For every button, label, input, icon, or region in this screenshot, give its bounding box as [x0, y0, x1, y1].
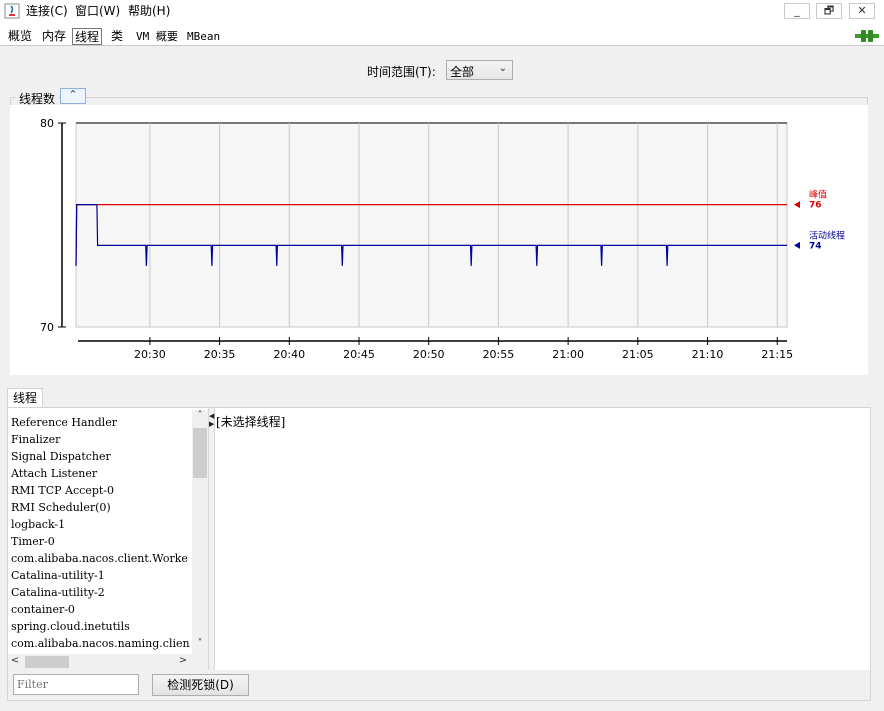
minimize-icon: _ — [794, 4, 800, 17]
java-app-icon — [4, 3, 20, 19]
scroll-up-icon[interactable]: ˄ — [192, 410, 208, 424]
thread-list-item[interactable]: RMI Scheduler(0) — [11, 499, 191, 516]
x-tick-label: 20:45 — [343, 348, 375, 361]
menu-help[interactable]: 帮助(H) — [128, 3, 170, 19]
thread-list-item[interactable]: spring.cloud.inetutils — [11, 618, 191, 635]
menu-bar: 连接(C) 窗口(W) 帮助(H) _ 🗗 ✕ — [0, 0, 884, 22]
menu-connection[interactable]: 连接(C) — [26, 3, 68, 19]
y-tick-label: 70 — [40, 321, 54, 334]
thread-list-item[interactable]: Attach Listener — [11, 465, 191, 482]
x-tick-label: 21:15 — [761, 348, 793, 361]
restore-button[interactable]: 🗗 — [816, 3, 842, 19]
thread-detail-text: [未选择线程] — [216, 415, 286, 429]
x-tick-label: 21:00 — [552, 348, 584, 361]
detect-deadlock-button[interactable]: 检测死锁(D) — [152, 674, 249, 696]
scroll-right-icon[interactable]: > — [176, 655, 190, 669]
thread-list-item[interactable]: Reference Handler — [11, 414, 191, 431]
scrollbar-corner — [192, 654, 208, 670]
close-button[interactable]: ✕ — [849, 3, 875, 19]
divider-arrows-icon[interactable]: ◀ ▶ — [209, 412, 214, 428]
thread-list-item[interactable]: com.alibaba.nacos.client.Worke — [11, 550, 191, 567]
split-pane-divider[interactable]: ◀ ▶ — [208, 408, 215, 672]
legend-series-value: 76 — [809, 201, 822, 211]
thread-list-item[interactable]: Catalina-utility-1 — [11, 567, 191, 584]
menu-window[interactable]: 窗口(W) — [75, 3, 120, 19]
close-icon: ✕ — [857, 4, 867, 17]
scroll-down-icon[interactable]: ˅ — [192, 638, 208, 652]
thread-list-item[interactable]: container-0 — [11, 601, 191, 618]
tab-classes[interactable]: 类 — [109, 28, 125, 45]
thread-list-item[interactable]: Signal Dispatcher — [11, 448, 191, 465]
x-tick-label: 20:30 — [134, 348, 166, 361]
thread-list-item[interactable]: Catalina-utility-2 — [11, 584, 191, 601]
vscroll-thumb[interactable] — [193, 428, 207, 478]
plot-area — [75, 122, 788, 328]
legend-series-name: 活动线程 — [809, 229, 845, 241]
filter-input[interactable] — [17, 676, 135, 693]
tab-threads[interactable]: 线程 — [72, 28, 103, 45]
tab-overview[interactable]: 概览 — [6, 28, 34, 45]
time-range-label: 时间范围(T): — [367, 65, 436, 79]
time-range-select[interactable]: 全部 ⌄ — [446, 60, 513, 80]
tab-mbeans[interactable]: MBean — [185, 28, 222, 45]
thread-count-chart: 80 70 20:30 20:35 20:40 20:45 20:50 20:55 21:00 2… — [10, 105, 868, 375]
time-range-value: 全部 — [450, 65, 475, 79]
collapse-icon: ⌃ — [68, 88, 78, 101]
legend-series-value: 74 — [809, 241, 822, 251]
thread-list-item[interactable]: Finalizer — [11, 431, 191, 448]
hscroll-thumb[interactable] — [25, 656, 69, 668]
scroll-left-icon[interactable]: < — [8, 655, 22, 669]
legend-series-name: 峰值 — [809, 189, 827, 201]
x-tick-label: 20:35 — [204, 348, 236, 361]
x-tick-label: 20:55 — [483, 348, 515, 361]
chevron-down-icon: ⌄ — [498, 63, 507, 74]
tab-vm-summary[interactable]: VM 概要 — [134, 28, 180, 45]
thread-list-item[interactable]: Timer-0 — [11, 533, 191, 550]
collapse-chart-button[interactable]: ⌃ — [60, 88, 86, 104]
thread-list-item[interactable]: RMI TCP Accept-0 — [11, 482, 191, 499]
thread-list-hscrollbar[interactable]: < > — [8, 654, 192, 670]
thread-list-item[interactable]: logback-1 — [11, 516, 191, 533]
x-tick-label: 20:50 — [413, 348, 445, 361]
x-tick-label: 20:40 — [273, 348, 305, 361]
thread-list-vscrollbar[interactable]: ˄ ˅ — [192, 410, 208, 654]
filter-field[interactable] — [13, 674, 139, 695]
tab-thread-list[interactable]: 线程 — [7, 388, 43, 408]
thread-list-item[interactable]: com.alibaba.nacos.naming.clien — [11, 635, 191, 652]
y-tick-label: 80 — [40, 117, 54, 130]
connection-status-icon — [855, 30, 879, 42]
tab-memory[interactable]: 内存 — [40, 28, 68, 45]
x-tick-label: 21:05 — [622, 348, 654, 361]
restore-icon: 🗗 — [823, 4, 835, 17]
minimize-button[interactable]: _ — [784, 3, 810, 19]
x-tick-label: 21:10 — [692, 348, 724, 361]
